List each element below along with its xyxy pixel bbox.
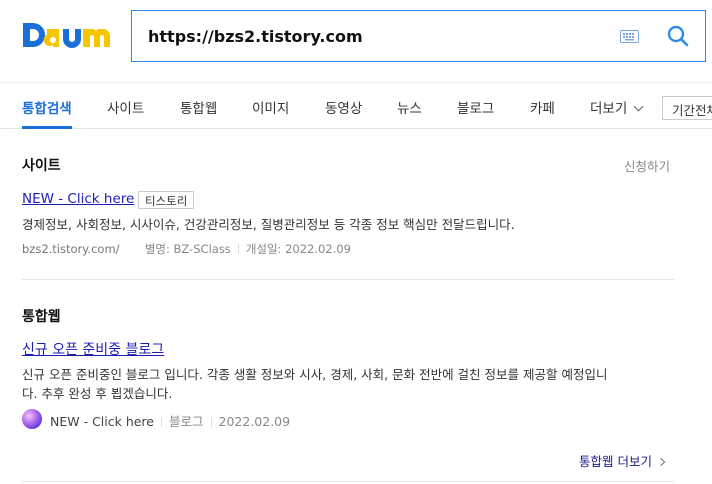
- search-icon: [667, 25, 689, 47]
- web-result-description-line2: 다. 추후 완성 후 뵙겠습니다.: [22, 386, 173, 401]
- tistory-badge: 티스토리: [138, 191, 195, 209]
- tab-more-label: 더보기: [590, 101, 628, 117]
- header: [0, 0, 712, 82]
- apply-link[interactable]: 신청하기: [624, 156, 670, 175]
- blog-post-date: 2022.02.09: [218, 414, 291, 429]
- section-divider-bottom: [22, 481, 674, 482]
- tab-site[interactable]: 사이트: [107, 97, 144, 117]
- web-result-meta: NEW - Click here 블로그 2022.02.09: [50, 411, 290, 430]
- tab-web[interactable]: 통합웹: [180, 97, 217, 117]
- meta-separator: [237, 244, 239, 254]
- tab-cafe[interactable]: 카페: [530, 97, 555, 117]
- tab-all[interactable]: 통합검색: [22, 97, 72, 117]
- period-filter-button[interactable]: 기간전체: [662, 96, 712, 120]
- web-more-link[interactable]: 통합웹 더보기: [579, 451, 666, 470]
- keyboard-icon[interactable]: [620, 28, 639, 43]
- active-tab-indicator: [22, 126, 72, 129]
- blog-source-name[interactable]: NEW - Click here: [50, 414, 154, 429]
- tab-news[interactable]: 뉴스: [397, 97, 422, 117]
- chevron-right-icon: [656, 457, 666, 467]
- search-button[interactable]: [666, 24, 690, 48]
- tab-image[interactable]: 이미지: [252, 97, 289, 117]
- site-result-description: 경제정보, 사회정보, 시사이슈, 건강관리정보, 질병관리정보 등 각종 정보…: [22, 217, 515, 232]
- site-result-meta: bzs2.tistory.com/ 별명: BZ-SClass 개설일: 2022…: [22, 241, 351, 257]
- meta-separator: [161, 417, 162, 427]
- section-divider: [22, 279, 674, 280]
- search-box: [131, 10, 706, 62]
- blog-source-type: 블로그: [169, 414, 204, 429]
- web-section-title: 통합웹: [22, 309, 61, 325]
- web-result-title-link[interactable]: 신규 오픈 준비중 블로그: [22, 339, 164, 359]
- site-result-title-link[interactable]: NEW - Click here: [22, 191, 134, 207]
- tab-video[interactable]: 동영상: [325, 97, 362, 117]
- site-result-url[interactable]: bzs2.tistory.com/: [22, 242, 120, 256]
- meta-separator: [210, 417, 212, 427]
- tab-more[interactable]: 더보기: [590, 97, 644, 117]
- daum-logo[interactable]: [21, 20, 113, 52]
- tab-blog[interactable]: 블로그: [457, 97, 494, 117]
- site-section-title: 사이트: [22, 158, 61, 174]
- search-input[interactable]: [148, 11, 588, 61]
- site-created-date: 개설일: 2022.02.09: [245, 242, 351, 256]
- chevron-down-icon: [633, 101, 644, 112]
- site-alias: 별명: BZ-SClass: [144, 242, 231, 256]
- search-tabs: 통합검색 사이트 통합웹 이미지 동영상 뉴스 블로그 카페 더보기 기간전체: [0, 82, 712, 129]
- web-more-label: 통합웹 더보기: [579, 454, 652, 469]
- blog-avatar[interactable]: [22, 409, 42, 429]
- web-result-description-line1: 신규 오픈 준비중인 블로그 입니다. 각종 생활 정보와 시사, 경제, 사회…: [22, 367, 608, 382]
